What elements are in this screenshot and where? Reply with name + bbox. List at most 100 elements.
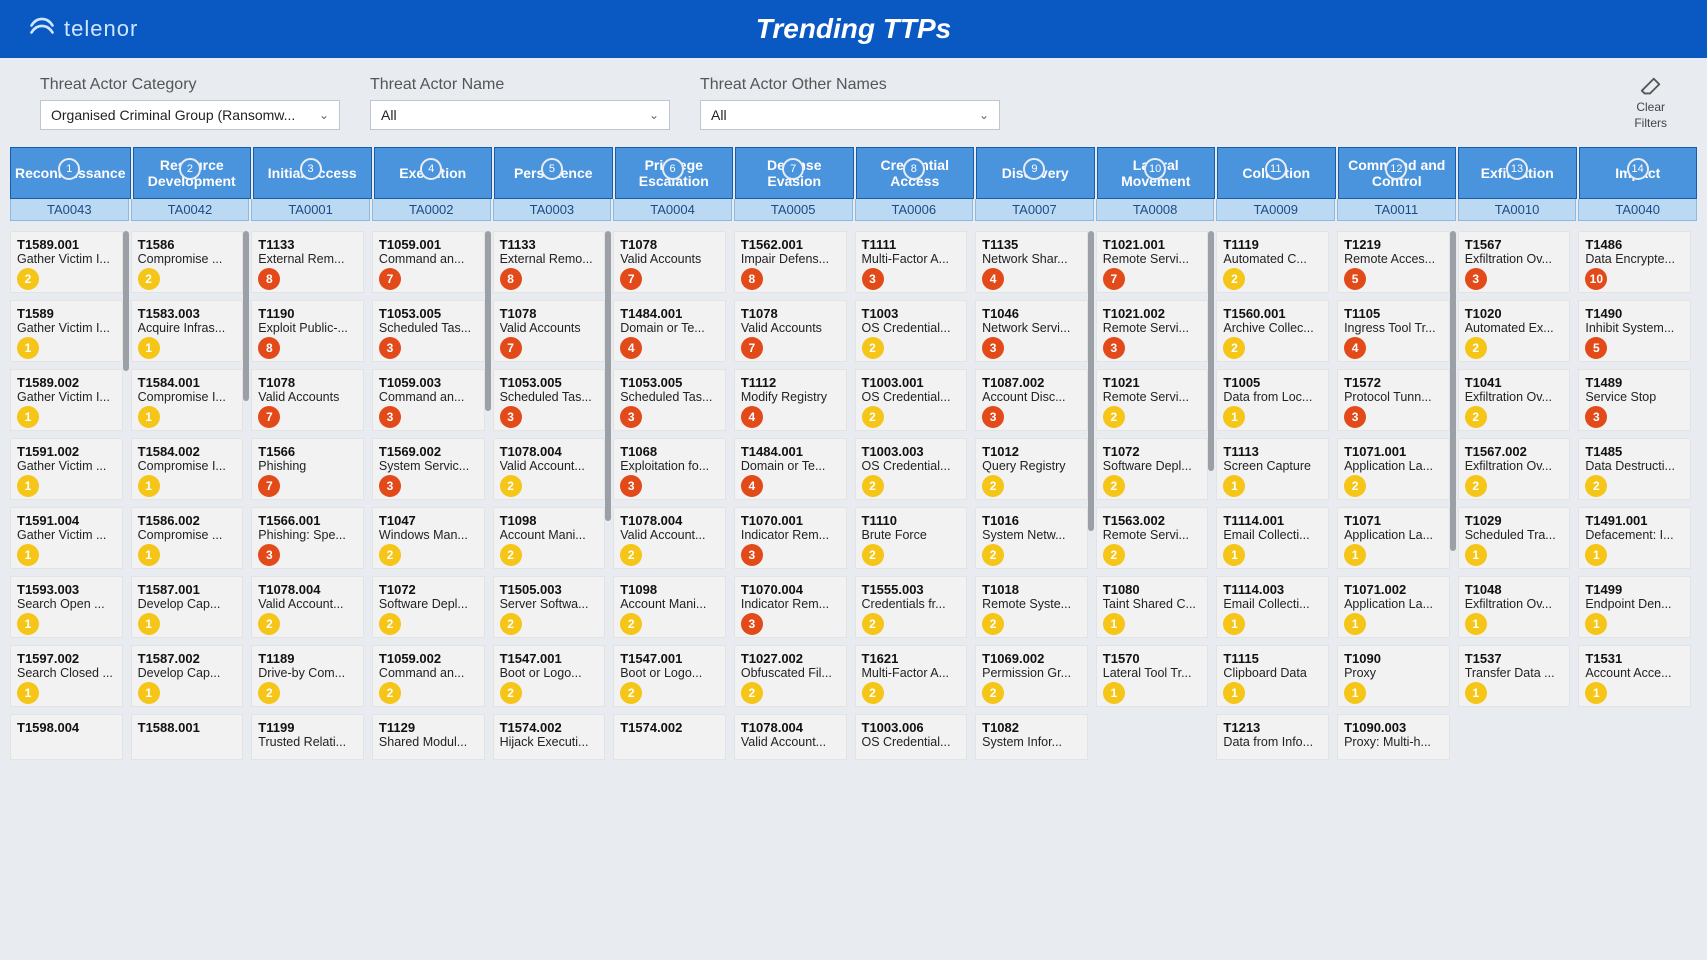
- technique-card[interactable]: T1071.001Application La...2: [1337, 438, 1450, 500]
- technique-card[interactable]: T1078.004Valid Account...: [734, 714, 847, 760]
- technique-card[interactable]: T1078Valid Accounts7: [613, 231, 726, 293]
- technique-card[interactable]: T1566Phishing7: [251, 438, 364, 500]
- technique-card[interactable]: T1048Exfiltration Ov...1: [1458, 576, 1571, 638]
- technique-card[interactable]: T1098Account Mani...2: [493, 507, 606, 569]
- technique-card[interactable]: T1012Query Registry2: [975, 438, 1088, 500]
- technique-card[interactable]: T1593.003Search Open ...1: [10, 576, 123, 638]
- technique-card[interactable]: T1068Exploitation fo...3: [613, 438, 726, 500]
- technique-card[interactable]: T1078.004Valid Account...2: [493, 438, 606, 500]
- technique-card[interactable]: T1485Data Destructi...2: [1578, 438, 1691, 500]
- technique-card[interactable]: T1531Account Acce...1: [1578, 645, 1691, 707]
- technique-card[interactable]: T1490Inhibit System...5: [1578, 300, 1691, 362]
- technique-card[interactable]: T1021Remote Servi...2: [1096, 369, 1209, 431]
- technique-card[interactable]: T1053.005Scheduled Tas...3: [372, 300, 485, 362]
- technique-card[interactable]: T1574.002Hijack Executi...: [493, 714, 606, 760]
- technique-card[interactable]: T1587.002Develop Cap...1: [131, 645, 244, 707]
- technique-card[interactable]: T1071.002Application La...1: [1337, 576, 1450, 638]
- technique-card[interactable]: T1059.001Command an...7: [372, 231, 485, 293]
- technique-card[interactable]: T1071Application La...1: [1337, 507, 1450, 569]
- technique-card[interactable]: T1129Shared Modul...: [372, 714, 485, 760]
- technique-card[interactable]: T1621Multi-Factor A...2: [855, 645, 968, 707]
- technique-card[interactable]: T1072Software Depl...2: [1096, 438, 1209, 500]
- technique-card[interactable]: T1029Scheduled Tra...1: [1458, 507, 1571, 569]
- scrollbar-thumb[interactable]: [605, 231, 611, 521]
- technique-card[interactable]: T1090.003Proxy: Multi-h...: [1337, 714, 1450, 760]
- technique-card[interactable]: T1589Gather Victim I...1: [10, 300, 123, 362]
- technique-card[interactable]: T1113Screen Capture1: [1216, 438, 1329, 500]
- technique-card[interactable]: T1499Endpoint Den...1: [1578, 576, 1691, 638]
- technique-card[interactable]: T1005Data from Loc...1: [1216, 369, 1329, 431]
- technique-card[interactable]: T1110Brute Force2: [855, 507, 968, 569]
- technique-card[interactable]: T1020Automated Ex...2: [1458, 300, 1571, 362]
- technique-card[interactable]: T1190Exploit Public-...8: [251, 300, 364, 362]
- scrollbar-thumb[interactable]: [1208, 231, 1214, 471]
- technique-card[interactable]: T1587.001Develop Cap...1: [131, 576, 244, 638]
- technique-card[interactable]: T1569.002System Servic...3: [372, 438, 485, 500]
- technique-card[interactable]: T1059.003Command an...3: [372, 369, 485, 431]
- technique-card[interactable]: T1078Valid Accounts7: [493, 300, 606, 362]
- technique-card[interactable]: T1069.002Permission Gr...2: [975, 645, 1088, 707]
- filter-other-select[interactable]: All ⌄: [700, 100, 1000, 130]
- technique-card[interactable]: T1547.001Boot or Logo...2: [613, 645, 726, 707]
- technique-card[interactable]: T1484.001Domain or Te...4: [613, 300, 726, 362]
- technique-card[interactable]: T1070.004Indicator Rem...3: [734, 576, 847, 638]
- technique-card[interactable]: T1090Proxy1: [1337, 645, 1450, 707]
- technique-card[interactable]: T1547.001Boot or Logo...2: [493, 645, 606, 707]
- technique-card[interactable]: T1566.001Phishing: Spe...3: [251, 507, 364, 569]
- technique-card[interactable]: T1572Protocol Tunn...3: [1337, 369, 1450, 431]
- technique-card[interactable]: T1484.001Domain or Te...4: [734, 438, 847, 500]
- technique-card[interactable]: T1555.003Credentials fr...2: [855, 576, 968, 638]
- technique-card[interactable]: T1119Automated C...2: [1216, 231, 1329, 293]
- technique-card[interactable]: T1199Trusted Relati...: [251, 714, 364, 760]
- technique-card[interactable]: T1078.004Valid Account...2: [251, 576, 364, 638]
- technique-card[interactable]: T1589.001Gather Victim I...2: [10, 231, 123, 293]
- technique-card[interactable]: T1588.001: [131, 714, 244, 760]
- clear-filters-button[interactable]: Clear Filters: [1634, 76, 1667, 131]
- scrollbar-thumb[interactable]: [485, 231, 491, 411]
- technique-card[interactable]: T1070.001Indicator Rem...3: [734, 507, 847, 569]
- technique-card[interactable]: T1098Account Mani...2: [613, 576, 726, 638]
- scrollbar-thumb[interactable]: [1450, 231, 1456, 551]
- technique-card[interactable]: T1584.001Compromise I...1: [131, 369, 244, 431]
- filter-category-select[interactable]: Organised Criminal Group (Ransomw... ⌄: [40, 100, 340, 130]
- technique-card[interactable]: T1078Valid Accounts7: [251, 369, 364, 431]
- scrollbar-thumb[interactable]: [1088, 231, 1094, 531]
- technique-card[interactable]: T1213Data from Info...: [1216, 714, 1329, 760]
- technique-card[interactable]: T1041Exfiltration Ov...2: [1458, 369, 1571, 431]
- technique-card[interactable]: T1219Remote Acces...5: [1337, 231, 1450, 293]
- scrollbar-thumb[interactable]: [123, 231, 129, 371]
- technique-card[interactable]: T1583.003Acquire Infras...1: [131, 300, 244, 362]
- technique-card[interactable]: T1591.004Gather Victim ...1: [10, 507, 123, 569]
- technique-card[interactable]: T1087.002Account Disc...3: [975, 369, 1088, 431]
- technique-card[interactable]: T1105Ingress Tool Tr...4: [1337, 300, 1450, 362]
- technique-card[interactable]: T1598.004: [10, 714, 123, 760]
- filter-name-select[interactable]: All ⌄: [370, 100, 670, 130]
- technique-card[interactable]: T1059.002Command an...2: [372, 645, 485, 707]
- technique-card[interactable]: T1560.001Archive Collec...2: [1216, 300, 1329, 362]
- technique-card[interactable]: T1111Multi-Factor A...3: [855, 231, 968, 293]
- technique-card[interactable]: T1586.002Compromise ...1: [131, 507, 244, 569]
- technique-card[interactable]: T1537Transfer Data ...1: [1458, 645, 1571, 707]
- technique-card[interactable]: T1003OS Credential...2: [855, 300, 968, 362]
- technique-card[interactable]: T1574.002: [613, 714, 726, 760]
- technique-card[interactable]: T1584.002Compromise I...1: [131, 438, 244, 500]
- technique-card[interactable]: T1072Software Depl...2: [372, 576, 485, 638]
- technique-card[interactable]: T1053.005Scheduled Tas...3: [613, 369, 726, 431]
- technique-card[interactable]: T1135Network Shar...4: [975, 231, 1088, 293]
- technique-card[interactable]: T1505.003Server Softwa...2: [493, 576, 606, 638]
- technique-card[interactable]: T1133External Remo...8: [493, 231, 606, 293]
- technique-card[interactable]: T1018Remote Syste...2: [975, 576, 1088, 638]
- technique-card[interactable]: T1016System Netw...2: [975, 507, 1088, 569]
- technique-card[interactable]: T1021.002Remote Servi...3: [1096, 300, 1209, 362]
- technique-card[interactable]: T1112Modify Registry4: [734, 369, 847, 431]
- technique-card[interactable]: T1133External Rem...8: [251, 231, 364, 293]
- technique-card[interactable]: T1003.001OS Credential...2: [855, 369, 968, 431]
- technique-card[interactable]: T1567.002Exfiltration Ov...2: [1458, 438, 1571, 500]
- technique-card[interactable]: T1115Clipboard Data1: [1216, 645, 1329, 707]
- technique-card[interactable]: T1597.002Search Closed ...1: [10, 645, 123, 707]
- technique-card[interactable]: T1082System Infor...: [975, 714, 1088, 760]
- technique-card[interactable]: T1003.006OS Credential...: [855, 714, 968, 760]
- technique-card[interactable]: T1027.002Obfuscated Fil...2: [734, 645, 847, 707]
- technique-card[interactable]: T1078Valid Accounts7: [734, 300, 847, 362]
- technique-card[interactable]: T1053.005Scheduled Tas...3: [493, 369, 606, 431]
